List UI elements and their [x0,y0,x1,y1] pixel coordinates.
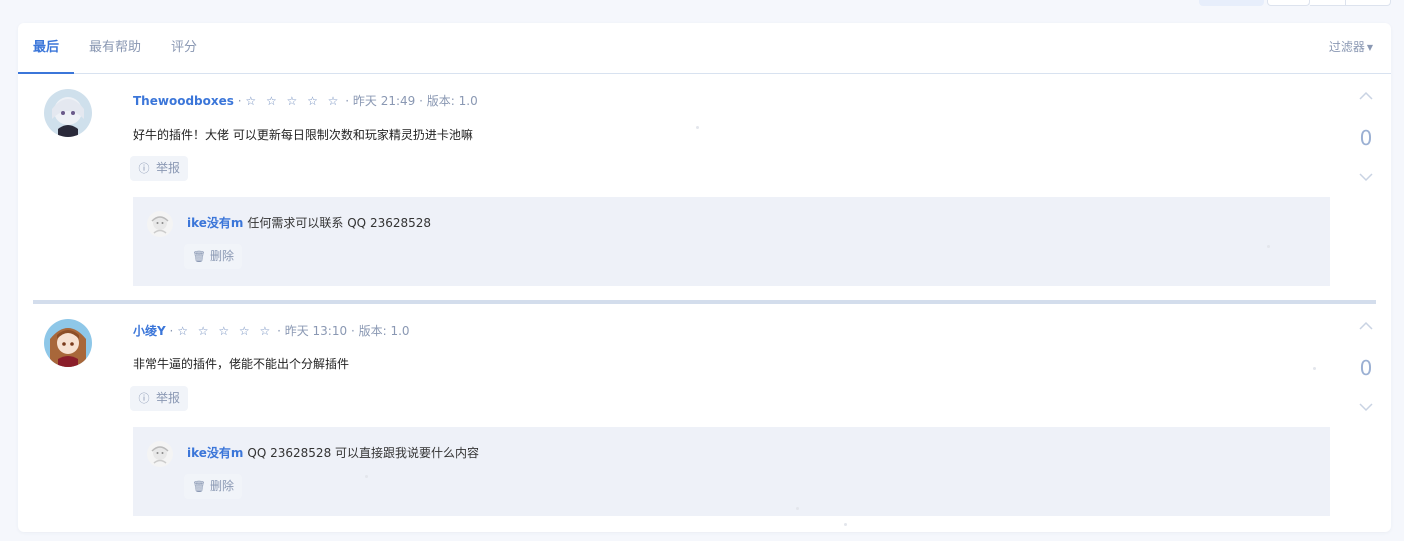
avatar[interactable] [44,319,92,367]
reply-box: ike没有m 任何需求可以联系 QQ 23628528 🗑 删除 [133,197,1330,286]
reply-author[interactable]: ike没有m [187,216,243,230]
delete-button[interactable]: 🗑 删除 [184,474,243,499]
decorative-dot [1267,245,1270,248]
report-label: 举报 [156,391,181,405]
info-icon: ⓘ [138,392,150,405]
decorative-dot [365,475,368,478]
tab-rating[interactable]: 评分 [170,23,198,73]
review-item: Thewoodboxes · ☆ ☆ ☆ ☆ ☆ · 昨天 21:49 · 版本… [18,74,1391,304]
review-author[interactable]: Thewoodboxes [133,94,234,108]
vote-widget: 0 [1351,304,1381,424]
separator: · [345,94,350,108]
decorative-dot [1313,367,1316,370]
review-version: 版本: 1.0 [358,324,410,338]
reply-avatar[interactable] [147,441,173,467]
review-time: 昨天 21:49 [352,94,416,108]
separator: · [419,94,423,108]
delete-button[interactable]: 🗑 删除 [184,244,243,269]
review-tabs: 最后 最有帮助 评分 过滤器 ▼ [18,23,1391,74]
separator: · [350,324,355,338]
caret-down-icon: ▼ [1366,43,1373,52]
delete-label: 删除 [210,249,235,263]
filter-dropdown[interactable]: 过滤器 ▼ [1329,23,1373,73]
upvote-icon[interactable] [1351,318,1381,334]
report-label: 举报 [156,161,181,175]
reply-text-line: ike没有m QQ 23628528 可以直接跟我说要什么内容 [187,444,479,461]
review-author[interactable]: 小绫Y [133,324,166,338]
tab-most-helpful[interactable]: 最有帮助 [88,23,142,73]
review-meta: Thewoodboxes · ☆ ☆ ☆ ☆ ☆ · 昨天 21:49 · 版本… [133,92,478,109]
reviews-card: 最后 最有帮助 评分 过滤器 ▼ Thewoodboxes · ☆ ☆ ☆ ☆ ☆… [18,23,1391,532]
rating-stars: ☆ ☆ ☆ ☆ ☆ [177,324,274,338]
filter-label: 过滤器 [1328,40,1365,54]
reply-text-line: ike没有m 任何需求可以联系 QQ 23628528 [187,214,431,231]
vote-count: 0 [1359,126,1373,150]
top-button-2[interactable] [1310,0,1346,6]
reply-author[interactable]: ike没有m [187,446,243,460]
review-time: 昨天 13:10 [284,324,348,338]
separator: · [277,324,281,338]
separator: · [237,94,242,108]
decorative-dot [796,507,799,510]
avatar[interactable] [44,89,92,137]
reply-text: 任何需求可以联系 QQ 23628528 [247,216,432,230]
trash-icon: 🗑 [192,480,206,493]
top-primary-button[interactable] [1199,0,1264,6]
reply-text: QQ 23628528 可以直接跟我说要什么内容 [247,446,480,460]
review-item: 小绫Y · ☆ ☆ ☆ ☆ ☆ · 昨天 13:10 · 版本: 1.0 非常牛… [18,304,1391,532]
rating-stars: ☆ ☆ ☆ ☆ ☆ [245,94,342,108]
top-button-1[interactable] [1267,0,1310,6]
separator: · [169,324,174,338]
downvote-icon[interactable] [1351,169,1381,185]
delete-label: 删除 [210,479,235,493]
trash-icon: 🗑 [192,250,206,263]
decorative-dot [844,523,847,526]
review-meta: 小绫Y · ☆ ☆ ☆ ☆ ☆ · 昨天 13:10 · 版本: 1.0 [133,322,410,339]
report-button[interactable]: ⓘ 举报 [130,156,189,181]
review-content: 非常牛逼的插件，佬能不能出个分解插件 [133,357,350,371]
downvote-icon[interactable] [1351,399,1381,415]
upvote-icon[interactable] [1351,88,1381,104]
report-button[interactable]: ⓘ 举报 [130,386,189,411]
review-content: 好牛的插件！大佬 可以更新每日限制次数和玩家精灵扔进卡池嘛 [133,128,473,142]
decorative-dot [696,126,699,129]
reply-avatar[interactable] [147,211,173,237]
reply-box: ike没有m QQ 23628528 可以直接跟我说要什么内容 🗑 删除 [133,427,1330,516]
review-version: 版本: 1.0 [426,94,478,108]
top-button-3[interactable] [1346,0,1391,6]
vote-widget: 0 [1351,74,1381,194]
vote-count: 0 [1359,356,1373,380]
info-icon: ⓘ [138,162,150,175]
tab-latest[interactable]: 最后 [18,23,74,74]
